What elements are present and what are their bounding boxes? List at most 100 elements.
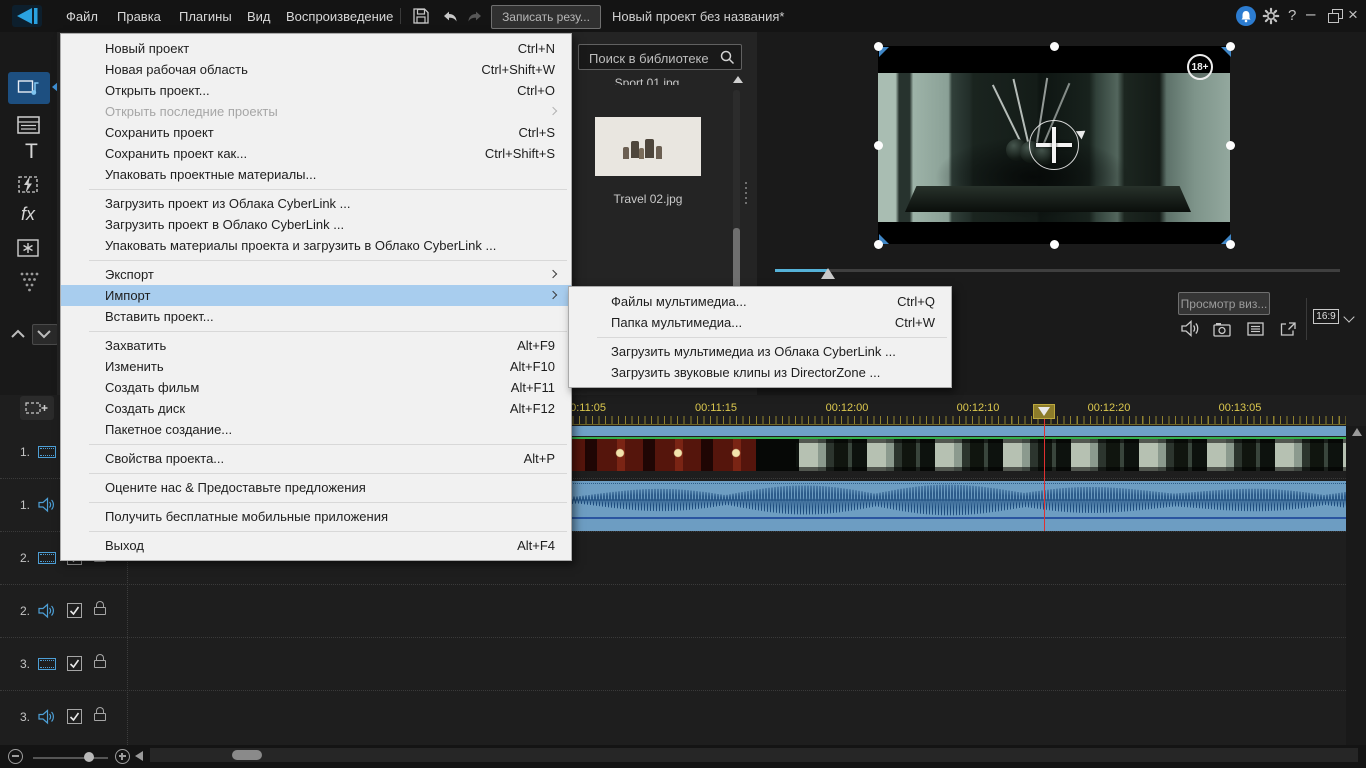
- media-room-button[interactable]: [8, 72, 50, 104]
- record-result-button[interactable]: Записать резу...: [491, 5, 601, 29]
- menu-item-open-project[interactable]: Открыть проект... Ctrl+O: [61, 80, 571, 101]
- aspect-ratio-selector[interactable]: 16:9: [1313, 309, 1339, 324]
- ruler-label: 00:12:00: [825, 402, 869, 414]
- transition-room-icon[interactable]: [16, 174, 42, 196]
- preview-quality-list-icon[interactable]: [1247, 322, 1265, 337]
- timeline-vertical-scrollbar[interactable]: [1346, 426, 1366, 745]
- video-clip-thumbnails-scene2[interactable]: [796, 439, 1346, 471]
- track-header-audio3[interactable]: 3.: [0, 691, 127, 744]
- menu-separator: [89, 530, 567, 532]
- menu-item-download-audio-from-directorzone[interactable]: Загрузить звуковые клипы из DirectorZone…: [569, 362, 951, 383]
- menu-item-pack-project-materials[interactable]: Упаковать проектные материалы...: [61, 164, 571, 185]
- redo-icon[interactable]: [466, 9, 484, 25]
- menubar-view[interactable]: Вид: [247, 9, 271, 24]
- search-input[interactable]: [587, 47, 717, 69]
- menu-item-create-disc[interactable]: Создать диск Alt+F12: [61, 398, 571, 419]
- effect-room-icon[interactable]: fx: [21, 204, 35, 225]
- minimize-button[interactable]: –: [1306, 4, 1315, 24]
- menubar-playback[interactable]: Воспроизведение: [286, 9, 393, 24]
- timeline-scrollbar-thumb[interactable]: [232, 750, 262, 760]
- menu-item-open-recent[interactable]: Открыть последние проекты: [61, 101, 571, 122]
- track-header-audio2[interactable]: 2.: [0, 585, 127, 638]
- notifications-bell-icon[interactable]: [1236, 6, 1256, 26]
- rail-scroll-up-icon[interactable]: [10, 328, 26, 340]
- rail-scroll-down-button[interactable]: [32, 324, 58, 345]
- track-separator: [0, 690, 1346, 691]
- playhead-marker[interactable]: [1033, 404, 1055, 419]
- track-manager-button[interactable]: [20, 396, 54, 420]
- volume-icon[interactable]: [1181, 320, 1200, 337]
- track-enable-checkbox[interactable]: [67, 603, 82, 618]
- menu-item-batch-produce[interactable]: Пакетное создание...: [61, 419, 571, 440]
- menubar-plugins[interactable]: Плагины: [179, 9, 232, 24]
- menu-separator: [89, 188, 567, 190]
- menu-item-edit[interactable]: Изменить Alt+F10: [61, 356, 571, 377]
- menu-item-capture[interactable]: Захватить Alt+F9: [61, 335, 571, 356]
- render-preview-button[interactable]: Просмотр виз...: [1178, 292, 1270, 315]
- selection-handle-tr[interactable]: [1225, 41, 1235, 51]
- track-header-video3[interactable]: 3.: [0, 638, 127, 691]
- project-room-icon[interactable]: [16, 114, 42, 136]
- zoom-in-button[interactable]: [115, 749, 130, 764]
- menu-item-pack-and-upload-to-cloud[interactable]: Упаковать материалы проекта и загрузить …: [61, 235, 571, 256]
- preview-seek-bar[interactable]: [775, 269, 1340, 272]
- menu-item-exit[interactable]: Выход Alt+F4: [61, 535, 571, 556]
- undock-preview-icon[interactable]: [1280, 321, 1297, 337]
- title-room-icon[interactable]: T: [25, 140, 38, 164]
- library-scroll-up-icon[interactable]: [733, 76, 743, 83]
- scroll-left-icon[interactable]: [135, 751, 143, 761]
- selection-handle-bc[interactable]: [1049, 239, 1059, 249]
- menu-item-import[interactable]: Импорт: [61, 285, 571, 306]
- menubar-file[interactable]: Файл: [66, 9, 98, 24]
- library-search-box[interactable]: [578, 44, 742, 70]
- track-enable-checkbox[interactable]: [67, 709, 82, 724]
- menu-item-save-project-as[interactable]: Сохранить проект как... Ctrl+Shift+S: [61, 143, 571, 164]
- library-thumbnail-travel02[interactable]: [595, 117, 701, 176]
- menu-item-rate-us[interactable]: Оцените нас & Предоставьте предложения: [61, 477, 571, 498]
- video-clip-thumbnails-dark[interactable]: [756, 439, 796, 471]
- selection-handle-bl[interactable]: [873, 239, 883, 249]
- zoom-out-button[interactable]: [8, 749, 23, 764]
- close-button[interactable]: ×: [1348, 5, 1358, 25]
- zoom-slider-handle[interactable]: [84, 752, 94, 762]
- selection-handle-tl[interactable]: [873, 41, 883, 51]
- menu-separator: [89, 472, 567, 474]
- help-button[interactable]: ?: [1288, 7, 1296, 24]
- menu-item-new-project[interactable]: Новый проект Ctrl+N: [61, 38, 571, 59]
- paint-designer-room-icon[interactable]: [19, 271, 41, 293]
- track-lock-icon[interactable]: [93, 707, 109, 725]
- track-lock-icon[interactable]: [93, 654, 109, 672]
- menubar-edit[interactable]: Правка: [117, 9, 161, 24]
- undo-icon[interactable]: [441, 9, 459, 25]
- track-lock-icon[interactable]: [93, 601, 109, 619]
- library-scrollbar-thumb[interactable]: [733, 228, 740, 290]
- menu-item-upload-project-to-cloud[interactable]: Загрузить проект в Облако CyberLink ...: [61, 214, 571, 235]
- timeline-scroll-up-icon[interactable]: [1352, 428, 1362, 436]
- selection-handle-tc[interactable]: [1049, 41, 1059, 51]
- menu-item-export[interactable]: Экспорт: [61, 264, 571, 285]
- particle-room-icon[interactable]: [16, 237, 42, 259]
- track-enable-checkbox[interactable]: [67, 656, 82, 671]
- selection-handle-br[interactable]: [1225, 239, 1235, 249]
- settings-gear-icon[interactable]: [1262, 7, 1280, 25]
- selection-handle-ml[interactable]: [873, 140, 883, 150]
- menu-item-download-media-from-cloud[interactable]: Загрузить мультимедиа из Облака CyberLin…: [569, 341, 951, 362]
- menu-item-save-project[interactable]: Сохранить проект Ctrl+S: [61, 122, 571, 143]
- menu-item-project-properties[interactable]: Свойства проекта... Alt+P: [61, 448, 571, 469]
- restore-button[interactable]: [1328, 9, 1343, 23]
- menu-item-get-mobile-apps[interactable]: Получить бесплатные мобильные приложения: [61, 506, 571, 527]
- menu-item-insert-project[interactable]: Вставить проект...: [61, 306, 571, 327]
- menu-item-new-workspace[interactable]: Новая рабочая область Ctrl+Shift+W: [61, 59, 571, 80]
- track-separator: [0, 637, 1346, 638]
- panel-splitter-handle[interactable]: [745, 182, 747, 204]
- timeline-horizontal-scrollbar[interactable]: [150, 748, 1358, 762]
- preview-seek-handle[interactable]: [821, 268, 835, 279]
- menu-item-download-project-from-cloud[interactable]: Загрузить проект из Облака CyberLink ...: [61, 193, 571, 214]
- menu-item-produce-movie[interactable]: Создать фильм Alt+F11: [61, 377, 571, 398]
- save-icon[interactable]: [412, 7, 430, 25]
- menu-item-import-media-folder[interactable]: Папка мультимедиа... Ctrl+W: [569, 312, 951, 333]
- snapshot-camera-icon[interactable]: [1213, 322, 1232, 337]
- selection-handle-mr[interactable]: [1225, 140, 1235, 150]
- zoom-slider[interactable]: [33, 757, 108, 759]
- menu-item-import-media-files[interactable]: Файлы мультимедиа... Ctrl+Q: [569, 291, 951, 312]
